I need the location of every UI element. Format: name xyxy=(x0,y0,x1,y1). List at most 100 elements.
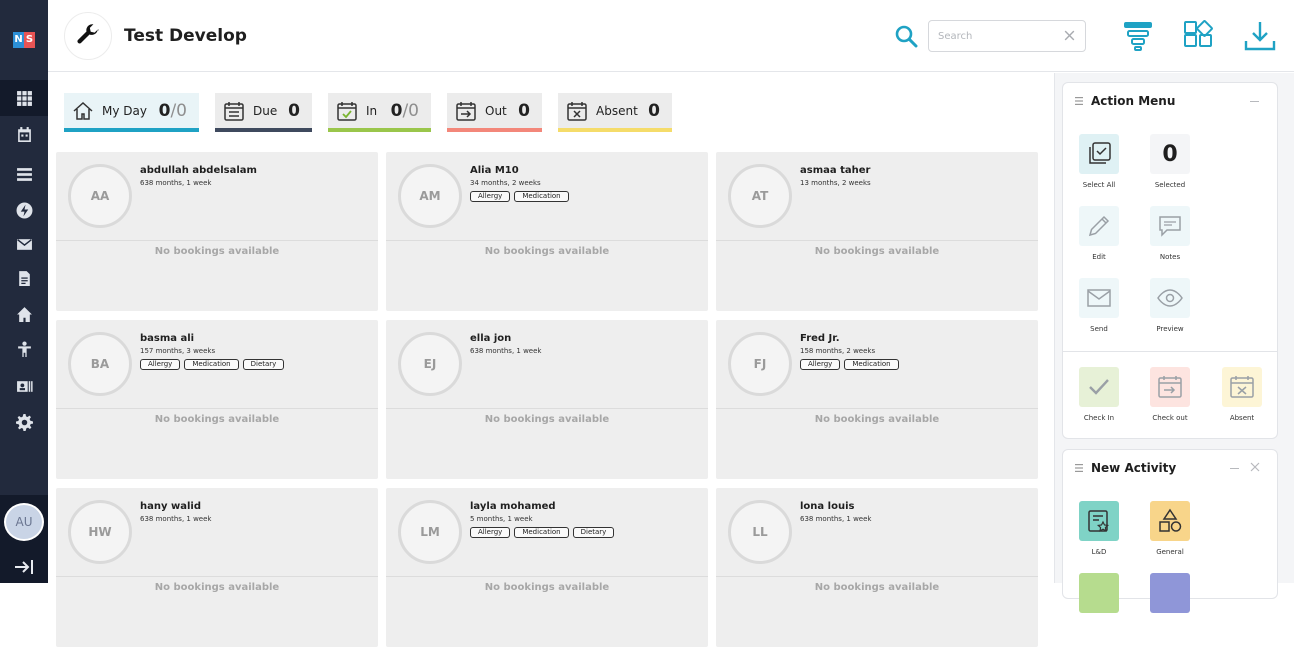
tile-label: Selected xyxy=(1154,181,1186,189)
card-divider xyxy=(56,576,378,577)
collapse-sidebar-icon[interactable] xyxy=(13,558,35,576)
drag-handle-icon[interactable] xyxy=(1075,464,1083,472)
child-card[interactable]: AT asmaa taher 13 months, 2 weeks No bookin… xyxy=(716,152,1038,311)
child-name[interactable]: Alia M10 xyxy=(470,165,519,176)
check-in-button[interactable]: Check In xyxy=(1069,367,1129,422)
lightning-icon xyxy=(16,202,32,218)
activity-tile-4-box xyxy=(1150,573,1190,613)
child-card[interactable]: AM Alia M10 34 months, 2 weeks Allergy Medic… xyxy=(386,152,708,311)
no-bookings-text: No bookings available xyxy=(154,246,280,257)
activity-general-button[interactable]: General xyxy=(1140,501,1200,556)
nav-activity[interactable] xyxy=(0,192,48,228)
child-card[interactable]: EJ ella jon 638 months, 1 week No bookings … xyxy=(386,320,708,479)
check-out-button[interactable]: Check out xyxy=(1140,367,1200,422)
nav-staff[interactable] xyxy=(0,368,48,404)
child-card[interactable]: HW hany walid 638 months, 1 week No booking… xyxy=(56,488,378,647)
stat-value: 0 xyxy=(648,100,660,121)
user-avatar[interactable]: AU xyxy=(4,503,44,541)
child-avatar: AT xyxy=(728,164,792,228)
stat-in[interactable]: In 0/0 xyxy=(328,93,431,132)
activity-tile-4[interactable] xyxy=(1140,573,1200,613)
tile-label: Check out xyxy=(1152,414,1188,422)
layout-grid-icon[interactable] xyxy=(1182,20,1214,52)
home-icon xyxy=(16,306,32,322)
nav-dashboard[interactable] xyxy=(0,80,48,116)
child-name[interactable]: lona louis xyxy=(800,501,854,512)
new-activity-panel: New Activity L&D General xyxy=(1062,449,1278,613)
eye-icon xyxy=(1157,289,1183,307)
tile-label: Send xyxy=(1090,325,1108,333)
nav-calendar[interactable] xyxy=(0,116,48,152)
child-name[interactable]: ella jon xyxy=(470,333,511,344)
child-name[interactable]: abdullah abdelsalam xyxy=(140,165,257,176)
nav-list[interactable] xyxy=(0,156,48,192)
minimize-icon[interactable] xyxy=(1250,101,1259,102)
child-card[interactable]: AA abdullah abdelsalam 638 months, 1 week N… xyxy=(56,152,378,311)
tag-badge: Medication xyxy=(184,359,239,370)
download-icon[interactable] xyxy=(1244,20,1276,52)
notes-button[interactable]: Notes xyxy=(1140,206,1200,261)
id-card-icon xyxy=(16,380,33,392)
send-tile xyxy=(1079,278,1119,318)
no-bookings-text: No bookings available xyxy=(814,414,940,425)
envelope-icon xyxy=(1087,289,1111,307)
calendar-out-icon xyxy=(456,101,476,121)
child-name[interactable]: hany walid xyxy=(140,501,201,512)
ld-tile xyxy=(1079,501,1119,541)
child-age: 34 months, 2 weeks xyxy=(470,179,541,187)
no-bookings-text: No bookings available xyxy=(154,414,280,425)
mail-icon xyxy=(16,238,32,250)
drag-handle-icon[interactable] xyxy=(1075,97,1083,105)
select-all-button[interactable]: Select All xyxy=(1069,134,1129,189)
absent-button[interactable]: Absent xyxy=(1212,367,1272,422)
child-card[interactable]: LL lona louis 638 months, 1 week No booking… xyxy=(716,488,1038,647)
app-logo[interactable]: N S xyxy=(13,32,35,48)
child-icon xyxy=(17,341,31,357)
nav-children[interactable] xyxy=(0,331,48,367)
stat-my-day[interactable]: My Day 0/0 xyxy=(64,93,199,132)
activity-ld-button[interactable]: L&D xyxy=(1069,501,1129,556)
side-rail: N S AU xyxy=(0,0,48,583)
search-icon[interactable] xyxy=(894,24,918,48)
preview-button[interactable]: Preview xyxy=(1140,278,1200,333)
stat-absent[interactable]: Absent 0 xyxy=(558,93,672,132)
no-bookings-text: No bookings available xyxy=(484,414,610,425)
child-age: 638 months, 1 week xyxy=(470,347,542,355)
child-name[interactable]: asmaa taher xyxy=(800,165,870,176)
child-name[interactable]: layla mohamed xyxy=(470,501,556,512)
child-name[interactable]: Fred Jr. xyxy=(800,333,840,344)
child-card[interactable]: LM layla mohamed 5 months, 1 week Allergy Me… xyxy=(386,488,708,647)
stat-value: 0/0 xyxy=(390,100,419,121)
tile-label: Edit xyxy=(1092,253,1106,261)
calendar-icon xyxy=(17,126,31,142)
tag-badge: Medication xyxy=(514,527,569,538)
nav-documents[interactable] xyxy=(0,260,48,296)
nav-settings[interactable] xyxy=(0,404,48,440)
edit-button[interactable]: Edit xyxy=(1069,206,1129,261)
tag-badge: Dietary xyxy=(572,527,615,538)
filter-icon[interactable] xyxy=(1122,20,1154,52)
nav-home[interactable] xyxy=(0,296,48,332)
nav-messages[interactable] xyxy=(0,226,48,262)
child-card[interactable]: BA basma ali 157 months, 3 weeks Allergy Med… xyxy=(56,320,378,479)
clear-search-icon[interactable] xyxy=(1063,29,1076,42)
child-name[interactable]: basma ali xyxy=(140,333,194,344)
send-button[interactable]: Send xyxy=(1069,278,1129,333)
search-field xyxy=(928,20,1086,52)
close-icon[interactable] xyxy=(1250,462,1260,472)
child-card[interactable]: FJ Fred Jr. 158 months, 2 weeks Allergy Medi… xyxy=(716,320,1038,479)
activity-tile-3[interactable] xyxy=(1069,573,1129,613)
tag-list: Allergy Medication Dietary xyxy=(470,527,615,538)
stat-label: Absent xyxy=(596,103,638,118)
tag-badge: Allergy xyxy=(140,359,181,370)
child-avatar: FJ xyxy=(728,332,792,396)
search-input[interactable] xyxy=(929,21,1059,51)
no-bookings-text: No bookings available xyxy=(814,246,940,257)
minimize-icon[interactable] xyxy=(1230,468,1239,469)
preview-tile xyxy=(1150,278,1190,318)
checkmark-icon xyxy=(1089,379,1109,395)
stat-due[interactable]: Due 0 xyxy=(215,93,312,132)
top-header: Test Develop xyxy=(48,0,1294,72)
card-divider xyxy=(386,240,708,241)
stat-out[interactable]: Out 0 xyxy=(447,93,542,132)
